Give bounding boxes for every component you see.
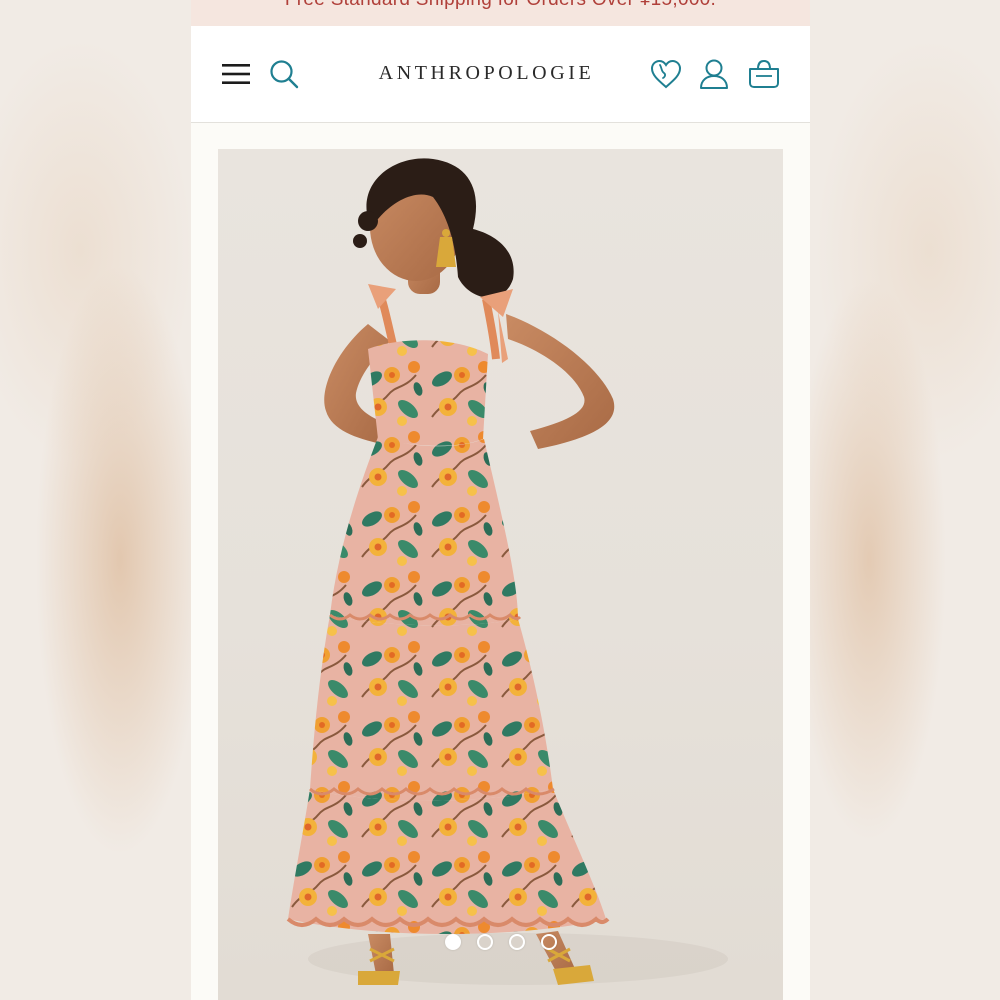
carousel-dots	[191, 934, 810, 950]
carousel-dot[interactable]	[508, 934, 525, 950]
account-icon[interactable]	[699, 58, 729, 90]
phone-screen: Free Standard Shipping for Orders Over ¥…	[191, 0, 810, 1000]
brand-logo[interactable]: ANTHROPOLOGIE	[359, 62, 614, 85]
bag-icon[interactable]	[748, 59, 780, 89]
background-blur-right	[809, 0, 1000, 1000]
promo-text: Free Standard Shipping for Orders Over ¥…	[191, 0, 810, 11]
carousel-dot[interactable]	[540, 934, 557, 950]
site-header: ANTHROPOLOGIE	[191, 26, 810, 123]
search-icon[interactable]	[269, 59, 299, 89]
promo-banner[interactable]: Free Standard Shipping for Orders Over ¥…	[191, 0, 810, 26]
background-blur-left	[0, 0, 191, 1000]
product-image[interactable]	[218, 149, 783, 1000]
carousel-dot[interactable]	[476, 934, 493, 950]
menu-icon[interactable]	[222, 63, 250, 85]
heart-icon[interactable]	[650, 59, 682, 89]
carousel-dot[interactable]	[444, 934, 461, 950]
model-illustration	[286, 158, 728, 985]
